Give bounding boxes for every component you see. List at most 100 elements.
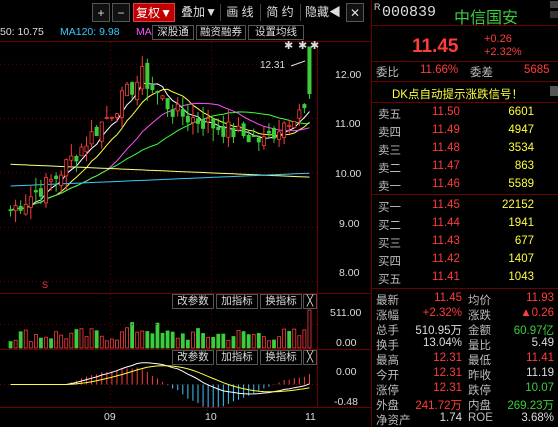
bid-price: 11.43	[432, 235, 460, 247]
star-marker-icon: ✱	[284, 40, 293, 52]
bid-row[interactable]: 买五 11.41 1043	[372, 270, 558, 287]
bid-level-label: 买五	[378, 274, 401, 286]
candle-body	[175, 103, 180, 112]
candle-body	[170, 109, 175, 117]
weibi-value: 11.66%	[420, 64, 459, 76]
candle-body	[114, 113, 119, 118]
candle-body	[287, 124, 292, 127]
volume-bar	[135, 331, 140, 349]
stock-terminal-window: + − 复权▼ 叠加▼ 画 线 简 约 隐藏◀ ✕ 50: 10.75 MA12…	[0, 0, 558, 427]
volume-bar	[277, 336, 281, 349]
ask-price: 11.47	[432, 160, 460, 172]
volume-add-indicator-button[interactable]: 加指标	[216, 294, 258, 309]
stat-row: 涨幅 +2.32% 涨跌 ▲0.26	[372, 306, 558, 322]
stat-value: 11.19	[526, 367, 554, 379]
candle-body	[130, 82, 135, 95]
volume-bar	[79, 328, 84, 349]
volume-close-button[interactable]: ╳	[303, 294, 317, 309]
indicator-edit-param-button[interactable]: 改参数	[172, 350, 214, 365]
ask-row[interactable]: 卖三 11.48 3534	[372, 141, 558, 158]
divider	[372, 61, 558, 62]
stock-code: 000839	[382, 4, 437, 21]
x-tick-label: 10	[205, 411, 217, 423]
bid-row[interactable]: 买一 11.45 22152	[372, 198, 558, 215]
indicator-close-button[interactable]: ╳	[303, 350, 317, 365]
candle-body	[120, 90, 125, 118]
volume-bar	[246, 334, 251, 349]
candle-body	[160, 95, 165, 99]
candle-body	[140, 66, 145, 90]
ask-row[interactable]: 卖五 11.50 6601	[372, 105, 558, 122]
ask-row[interactable]: 卖二 11.47 863	[372, 159, 558, 176]
candle-body	[79, 146, 84, 157]
bid-row[interactable]: 买二 11.44 1941	[372, 216, 558, 233]
candle-body	[54, 175, 59, 180]
candle-body	[84, 145, 89, 153]
indicator-add-button[interactable]: 加指标	[216, 350, 258, 365]
volume-bar	[115, 339, 119, 349]
volume-bar	[104, 340, 109, 349]
scroll-up-icon[interactable]	[550, 1, 558, 8]
volume-bar	[94, 330, 99, 349]
divider	[372, 102, 558, 103]
candle-body	[69, 155, 74, 161]
bid-price: 11.44	[432, 217, 460, 229]
volume-bar	[125, 327, 129, 349]
candle-body	[206, 117, 211, 123]
volume-bar	[8, 341, 13, 349]
volume-bar	[99, 335, 104, 349]
bid-price: 11.45	[432, 199, 460, 211]
volume-bar	[185, 339, 190, 349]
indicator-switch-button[interactable]: 换指标	[260, 350, 302, 365]
bid-level-label: 买一	[378, 202, 401, 214]
ask-level-label: 卖三	[378, 145, 401, 157]
volume-bar	[201, 333, 205, 349]
scroll-handle-icon[interactable]	[550, 86, 558, 96]
candle-body	[216, 126, 221, 131]
y-tick-label: 511.00	[330, 307, 361, 319]
ma120-line	[10, 172, 310, 187]
candle-body	[28, 196, 33, 208]
y-tick-label: 12.00	[335, 69, 361, 81]
star-marker-icon: ✱	[298, 40, 307, 52]
ask-row[interactable]: 卖四 11.49 4947	[372, 123, 558, 140]
dea-line	[10, 365, 310, 393]
volume-edit-param-button[interactable]: 改参数	[172, 294, 214, 309]
bid-level-label: 买三	[378, 238, 401, 250]
ask-row[interactable]: 卖一 11.46 5589	[372, 177, 558, 194]
volume-bar	[236, 330, 241, 349]
bid-price: 11.42	[432, 253, 460, 265]
candle-body	[271, 128, 276, 139]
stat-value: ▲0.26	[520, 307, 554, 319]
dk-signal-link[interactable]: DK点自动提示涨跌信号！	[392, 86, 523, 102]
stat-value: 11.41	[526, 352, 554, 364]
volume-bar	[221, 333, 226, 349]
bid-level-label: 买四	[378, 256, 401, 268]
y-tick-label: 9.00	[339, 218, 360, 230]
y-tick-label: 11.00	[335, 118, 361, 130]
bid-row[interactable]: 买四 11.42 1407	[372, 252, 558, 269]
volume-bar	[120, 331, 124, 349]
candle-body	[104, 116, 109, 119]
candle-body	[190, 117, 195, 123]
volume-bar	[196, 328, 200, 349]
volume-bar	[292, 328, 297, 349]
candle-body	[74, 156, 79, 162]
candle-body	[33, 190, 38, 193]
peak-pointer	[290, 60, 306, 67]
scroll-down-icon[interactable]	[550, 11, 558, 18]
bid-volume: 677	[514, 235, 534, 247]
candle-body	[246, 134, 251, 143]
volume-switch-indicator-button[interactable]: 换指标	[260, 294, 302, 309]
volume-bar	[39, 337, 43, 349]
candle-body	[13, 205, 18, 212]
ask-price: 11.46	[432, 178, 460, 190]
candle-body	[64, 159, 69, 177]
ask-price: 11.48	[432, 142, 460, 154]
candle-body	[49, 178, 54, 182]
peak-price-label: 12.31	[260, 60, 285, 71]
bid-price: 11.41	[432, 271, 460, 283]
bid-row[interactable]: 买三 11.43 677	[372, 234, 558, 251]
stat-label: ROE	[468, 412, 493, 424]
candle-body	[145, 62, 150, 89]
